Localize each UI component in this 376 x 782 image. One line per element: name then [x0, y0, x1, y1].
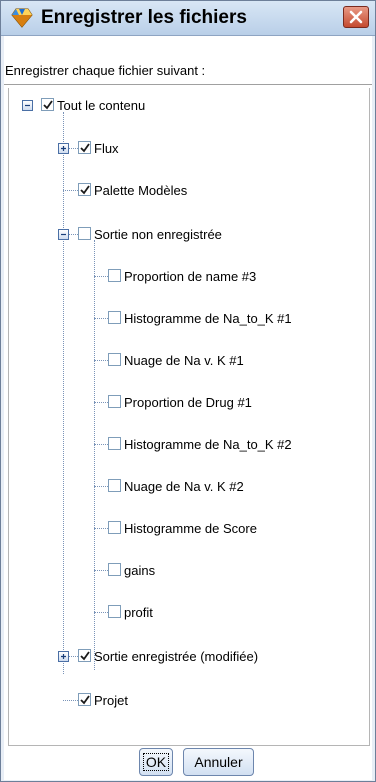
button-bar: OK Annuler: [4, 746, 372, 780]
checkbox[interactable]: [108, 479, 121, 492]
checkbox[interactable]: [108, 353, 121, 366]
tree-connector-line: [94, 570, 108, 571]
collapse-icon[interactable]: [58, 229, 69, 240]
tree-connector-line: [63, 700, 78, 701]
tree-item-label: Histogramme de Score: [124, 521, 257, 536]
tree-connector-line: [94, 360, 108, 361]
close-icon: [349, 10, 363, 24]
tree-item-label: profit: [124, 605, 153, 620]
checkbox[interactable]: [108, 269, 121, 282]
tree-item-label: Projet: [94, 693, 128, 708]
tree-item-label: Nuage de Na v. K #1: [124, 353, 244, 368]
expand-icon[interactable]: [58, 651, 69, 662]
checkmark-icon: [80, 185, 90, 195]
checkbox[interactable]: [108, 311, 121, 324]
diamond-icon: [11, 8, 33, 28]
checkbox[interactable]: [108, 521, 121, 534]
tree-item-label: Sortie non enregistrée: [94, 227, 222, 242]
tree-connector-line: [63, 190, 78, 191]
tree-item-label: Nuage de Na v. K #2: [124, 479, 244, 494]
checkbox[interactable]: [108, 395, 121, 408]
tree-item-label: Flux: [94, 141, 119, 156]
tree-connector-line: [94, 276, 108, 277]
save-files-dialog: Enregistrer les fichiers Enregistrer cha…: [0, 0, 376, 782]
checkbox[interactable]: [108, 437, 121, 450]
ok-button-label: OK: [142, 753, 170, 771]
tree-connector-line: [94, 318, 108, 319]
checkmark-icon: [80, 651, 90, 661]
tree-item-label: Tout le contenu: [57, 98, 146, 113]
tree-connector-line: [94, 240, 95, 670]
tree-item-label: Proportion de Drug #1: [124, 395, 252, 410]
tree-item-label: Proportion de name #3: [124, 269, 257, 284]
tree-connector-line: [94, 444, 108, 445]
checkbox[interactable]: [41, 98, 54, 111]
checkmark-icon: [80, 143, 90, 153]
tree-connector-line: [94, 528, 108, 529]
tree-connector-line: [63, 112, 64, 674]
tree-item-label: gains: [124, 563, 156, 578]
tree-item-label: Histogramme de Na_to_K #1: [124, 311, 292, 326]
cancel-button[interactable]: Annuler: [183, 748, 254, 776]
ok-button[interactable]: OK: [139, 748, 173, 776]
collapse-icon[interactable]: [22, 100, 33, 111]
dialog-title: Enregistrer les fichiers: [41, 7, 247, 28]
tree-item-label: Histogramme de Na_to_K #2: [124, 437, 292, 452]
checkbox[interactable]: [108, 563, 121, 576]
tree-connector-line: [94, 486, 108, 487]
title-bar[interactable]: Enregistrer les fichiers: [1, 1, 375, 36]
checkmark-icon: [80, 695, 90, 705]
dialog-content: Enregistrer chaque fichier suivant : Tou…: [4, 36, 372, 780]
tree-connector-line: [94, 612, 108, 613]
expand-icon[interactable]: [58, 143, 69, 154]
close-button[interactable]: [343, 6, 369, 28]
checkbox[interactable]: [108, 605, 121, 618]
checkmark-icon: [43, 100, 53, 110]
dialog-caption: Enregistrer chaque fichier suivant :: [5, 63, 206, 78]
file-tree[interactable]: Tout le contenu Flux Palette Modèles Sortie…: [8, 88, 370, 746]
checkbox[interactable]: [78, 141, 91, 154]
checkbox[interactable]: [78, 183, 91, 196]
tree-item-label: Sortie enregistrée (modifiée): [94, 649, 259, 664]
tree-connector-line: [94, 402, 108, 403]
checkbox[interactable]: [78, 649, 91, 662]
checkbox[interactable]: [78, 693, 91, 706]
checkbox[interactable]: [78, 227, 91, 240]
tree-item-label: Palette Modèles: [94, 183, 188, 198]
divider: [4, 84, 372, 85]
